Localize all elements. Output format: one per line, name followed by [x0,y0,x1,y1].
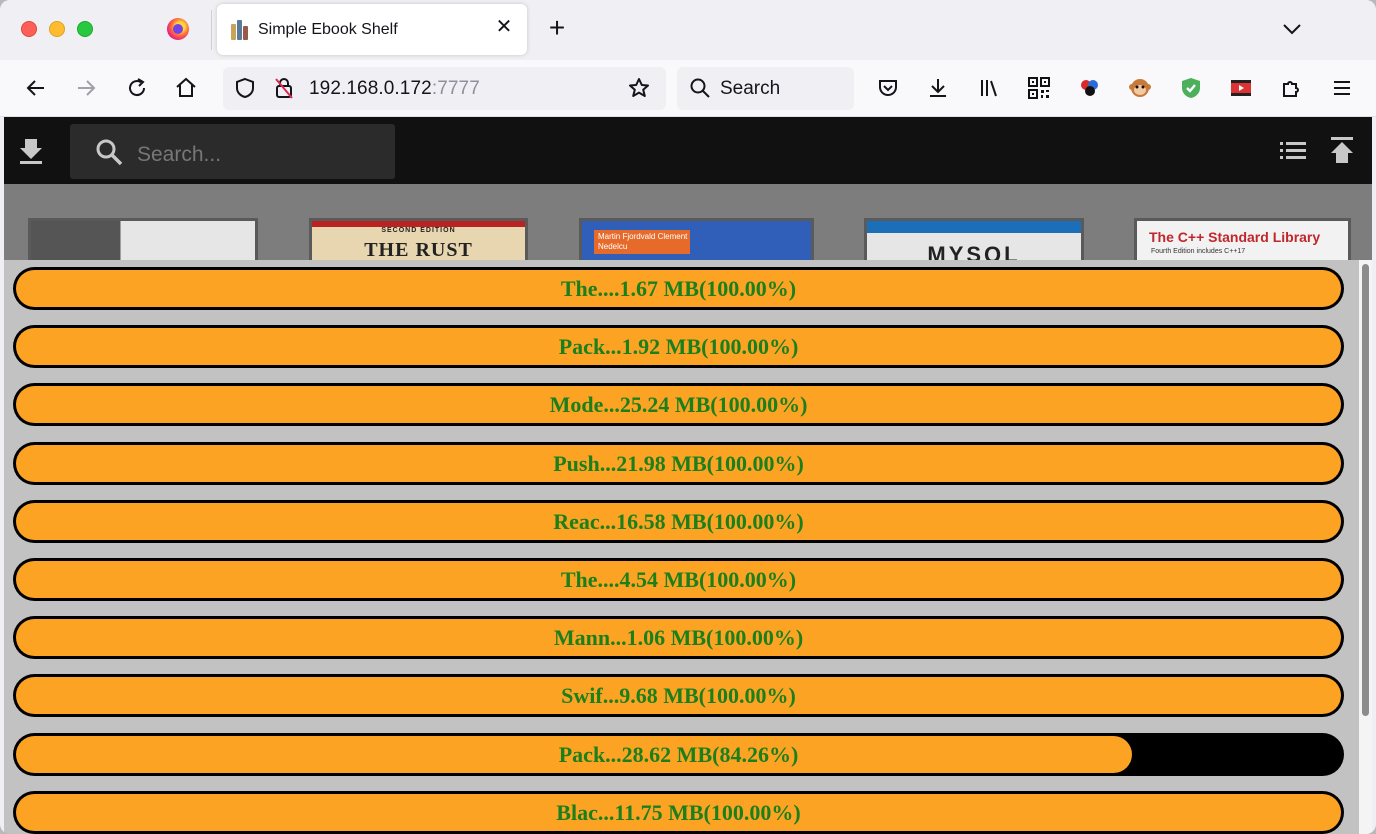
url-text[interactable]: 192.168.0.172:7777 [309,78,480,100]
book-authors: Martin Fjordvald Clement Nedelcu [598,232,688,251]
download-button[interactable] [16,135,46,165]
downloads-button[interactable] [924,74,952,102]
tab-title: Simple Ebook Shelf [258,21,398,38]
browser-window: Simple Ebook Shelf ✕ + 192.168.0.172:777… [0,0,1376,834]
scrollbar-thumb[interactable] [1362,264,1369,716]
tampermonkey-extension-button[interactable] [1126,74,1154,102]
zoom-window-button[interactable] [77,21,93,37]
progress-bar: Mann...1.06 MB(100.00%) [13,616,1344,660]
qr-code-extension-button[interactable] [1025,74,1053,102]
progress-bar: Mode...25.24 MB(100.00%) [13,383,1344,427]
app-menu-button[interactable] [1328,74,1356,102]
forward-arrow-icon [78,80,96,96]
book-cover[interactable]: Martin Fjordvald Clement Nedelcu [579,218,814,262]
book-title: MYSQL [927,242,1021,262]
home-button[interactable] [172,74,200,102]
progress-bar: Reac...16.58 MB(100.00%) [13,499,1344,543]
tab-divider [211,10,212,50]
puzzle-piece-icon [1283,81,1299,97]
url-host: 192.168.0.172 [309,78,432,99]
close-tab-icon[interactable]: ✕ [493,16,515,38]
progress-label: Swif...9.68 MB(100.00%) [561,683,796,709]
navigation-toolbar: 192.168.0.172:7777 Search [0,60,1376,117]
insecure-connection-lock-icon[interactable] [270,74,298,102]
progress-label: Mode...25.24 MB(100.00%) [549,392,808,418]
progress-label: Blac...11.75 MB(100.00%) [556,799,801,825]
pocket-icon [879,80,897,96]
progress-bar: Pack...28.62 MB(84.26%) [13,732,1344,776]
book-search-input[interactable]: Search... [137,143,221,167]
book-search-box[interactable]: Search... [70,124,395,179]
book-cover[interactable]: MYSQL [864,218,1084,262]
new-tab-button[interactable]: + [544,14,570,42]
search-icon [96,139,123,166]
url-port: :7777 [431,78,480,99]
hamburger-menu-icon [1334,81,1350,95]
forward-button[interactable] [72,74,100,102]
app-header: Search... [4,117,1372,184]
progress-label: Mann...1.06 MB(100.00%) [553,625,804,651]
tab-strip: Simple Ebook Shelf ✕ + [0,0,1376,60]
upload-icon [1331,137,1353,163]
library-button[interactable] [975,74,1003,102]
progress-label: Reac...16.58 MB(100.00%) [553,508,804,534]
download-icon [20,139,42,164]
bookmark-star-icon[interactable] [625,74,653,102]
video-player-extension-button[interactable] [1227,74,1255,102]
progress-bar: Swif...9.68 MB(100.00%) [13,674,1344,718]
list-all-tabs-icon[interactable] [1280,17,1304,41]
close-window-button[interactable] [21,21,37,37]
minimize-window-button[interactable] [49,21,65,37]
progress-bar: Pack...1.92 MB(100.00%) [13,325,1344,369]
progress-label: Pack...1.92 MB(100.00%) [558,334,799,360]
book-shelf: SECOND EDITION THE RUST Martin Fjordvald… [4,184,1372,262]
progress-bar: Blac...11.75 MB(100.00%) [13,790,1344,834]
list-icon [1280,142,1306,159]
progress-bar: The....4.54 MB(100.00%) [13,558,1344,601]
progress-label: The....1.67 MB(100.00%) [560,276,797,301]
library-icon [981,80,997,97]
progress-label: Push...21.98 MB(100.00%) [553,450,804,476]
list-view-button[interactable] [1278,135,1308,165]
book-cover[interactable] [28,218,258,262]
progress-bar: Push...21.98 MB(100.00%) [13,441,1344,485]
upload-button[interactable] [1327,135,1357,165]
pocket-button[interactable] [874,74,902,102]
home-icon [176,77,196,97]
tracking-protection-shield-icon[interactable] [231,74,259,102]
back-button[interactable] [22,74,50,102]
bookshelf-favicon-icon [231,18,249,40]
extensions-button[interactable] [1278,74,1306,102]
adguard-extension-button[interactable] [1177,74,1205,102]
web-page: Search... SECOND EDITION THE RUST Martin [4,117,1372,834]
book-cover[interactable]: SECOND EDITION THE RUST [309,218,528,262]
color-balls-icon [1081,80,1098,96]
book-edition: SECOND EDITION [381,227,456,234]
progress-list-scrollbar[interactable] [1359,260,1372,834]
book-title: THE RUST [364,239,473,261]
download-progress-list: The....1.67 MB(100.00%) Pack...1.92 MB(10… [4,260,1372,834]
back-arrow-icon [26,80,44,96]
browser-search-bar[interactable]: Search [677,67,854,110]
progress-label: Pack...28.62 MB(84.26%) [558,741,799,767]
reload-icon [129,78,146,97]
firefox-view-icon[interactable] [167,18,189,40]
search-icon [686,74,714,102]
book-title: The C++ Standard Library [1149,229,1321,245]
color-balls-extension-button[interactable] [1076,74,1104,102]
reload-button[interactable] [123,74,151,102]
progress-bar: The....1.67 MB(100.00%) [13,267,1344,310]
green-shield-check-icon [1182,78,1200,98]
monkey-face-icon [1129,79,1151,97]
film-play-icon [1231,80,1251,96]
tab-simple-ebook-shelf[interactable]: Simple Ebook Shelf ✕ [217,4,527,55]
book-subtitle: Fourth Edition includes C++17 [1151,248,1246,255]
address-bar[interactable]: 192.168.0.172:7777 [223,67,666,110]
download-icon [930,79,946,97]
book-cover[interactable]: The C++ Standard Library Fourth Edition … [1134,218,1351,262]
browser-search-placeholder: Search [720,78,781,99]
progress-label: The....4.54 MB(100.00%) [560,567,797,592]
qr-code-icon [1028,77,1050,99]
